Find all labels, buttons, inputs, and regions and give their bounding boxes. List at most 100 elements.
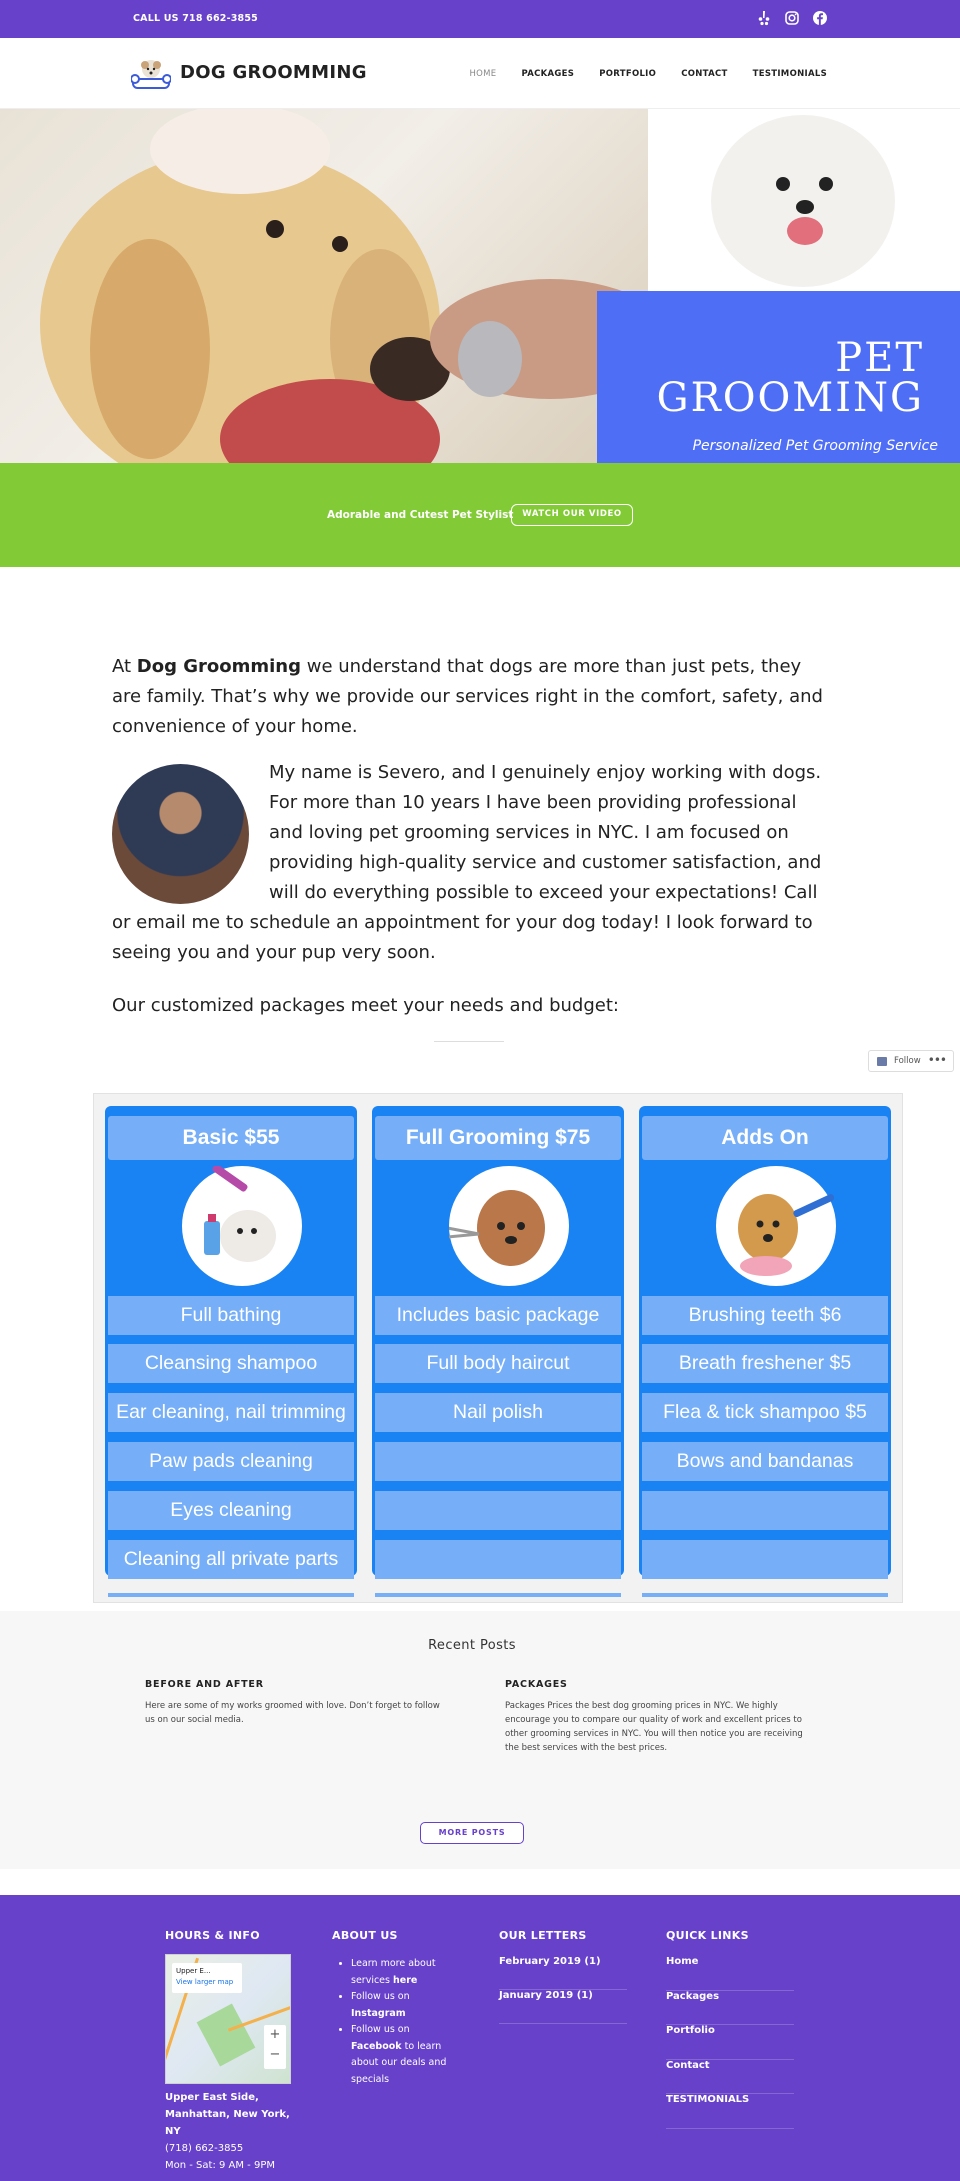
package-row-empty — [375, 1442, 621, 1481]
footer-our-letters: OUR LETTERS February 2019 (1) January 20… — [499, 1929, 627, 2024]
site-title[interactable]: DOG GROOMMING — [180, 62, 367, 83]
hero-dog-photo — [0, 109, 670, 463]
more-posts-button[interactable]: MORE POSTS — [420, 1822, 524, 1844]
hero-subtitle: Personalized Pet Grooming Service — [692, 438, 938, 454]
package-row-empty — [642, 1540, 888, 1579]
recent-posts-title: Recent Posts — [428, 1638, 516, 1653]
call-us-phone[interactable]: CALL US 718 662-3855 — [133, 13, 258, 24]
footer-heading: ABOUT US — [332, 1929, 398, 1942]
quick-link-contact[interactable]: Contact — [666, 2060, 794, 2094]
follow-icon — [877, 1057, 887, 1066]
map-park — [196, 2003, 256, 2067]
watch-video-button[interactable]: WATCH OUR VIDEO — [511, 504, 633, 526]
archive-link[interactable]: February 2019 (1) — [499, 1956, 627, 1990]
footer-heading: HOURS & INFO — [165, 1929, 260, 1942]
section-divider — [434, 1041, 504, 1042]
nav-testimonials[interactable]: TESTIMONIALS — [753, 69, 827, 79]
hero-title-panel: PET GROOMING Personalized Pet Grooming S… — [597, 291, 960, 463]
view-larger-map-link[interactable]: View larger map — [176, 1977, 238, 1988]
archive-link[interactable]: January 2019 (1) — [499, 1990, 627, 2024]
quick-link-testimonials[interactable]: TESTIMONIALS — [666, 2094, 794, 2129]
main-nav: HOME PACKAGES PORTFOLIO CONTACT TESTIMON… — [469, 69, 827, 79]
follow-button[interactable]: Follow ••• — [868, 1050, 954, 1072]
instagram-link[interactable]: Instagram — [351, 2008, 406, 2019]
dog-logo-icon[interactable] — [130, 55, 172, 93]
about-paragraph: My name is Severo, and I genuinely enjoy… — [112, 758, 832, 968]
owner-portrait — [112, 764, 249, 904]
about-item-services: Learn more about services here — [351, 1956, 450, 1989]
post-before-after: BEFORE AND AFTER Here are some of my wor… — [145, 1679, 445, 1727]
package-footer-bar — [108, 1593, 354, 1597]
package-row: Bows and bandanas — [642, 1442, 888, 1481]
footer-quick-links: QUICK LINKS Home Packages Portfolio Cont… — [666, 1929, 794, 2129]
intro-brand: Dog Groomming — [136, 656, 302, 677]
post-title[interactable]: PACKAGES — [505, 1679, 803, 1690]
footer-phone[interactable]: (718) 662-3855 — [165, 2140, 295, 2157]
post-title[interactable]: BEFORE AND AFTER — [145, 1679, 445, 1690]
facebook-link[interactable]: Facebook — [351, 2041, 402, 2052]
quick-link-home[interactable]: Home — [666, 1956, 794, 1991]
post-packages: PACKAGES Packages Prices the best dog gr… — [505, 1679, 803, 1755]
package-row: Eyes cleaning — [108, 1491, 354, 1530]
package-row: Includes basic package — [375, 1296, 621, 1335]
package-row-empty — [375, 1540, 621, 1579]
quick-link-packages[interactable]: Packages — [666, 1991, 794, 2025]
package-header: Full Grooming $75 — [375, 1116, 621, 1160]
hero-maltese-photo — [648, 109, 960, 291]
tagline-text: Adorable and Cutest Pet Stylist — [327, 509, 514, 521]
package-row-empty — [375, 1491, 621, 1530]
post-excerpt: Here are some of my works groomed with l… — [145, 1701, 440, 1725]
about-text: Follow us on — [351, 1991, 410, 2002]
quick-link-portfolio[interactable]: Portfolio — [666, 2025, 794, 2060]
location-map[interactable]: Upper E... View larger map + − — [165, 1954, 291, 2084]
nav-contact[interactable]: CONTACT — [681, 69, 727, 79]
recent-posts-section: Recent Posts BEFORE AND AFTER Here are s… — [0, 1611, 960, 1869]
site-header: DOG GROOMMING HOME PACKAGES PORTFOLIO CO… — [0, 38, 960, 109]
about-item-instagram: Follow us on Instagram — [351, 1989, 450, 2022]
footer-address: Upper East Side, Manhattan, New York, NY — [165, 2092, 290, 2137]
package-adds-on: Adds On Brushing teeth $6 Breath freshen… — [639, 1106, 891, 1597]
package-row: Cleansing shampoo — [108, 1344, 354, 1383]
package-footer-bar — [642, 1593, 888, 1597]
about-item-facebook: Follow us on Facebook to learn about our… — [351, 2022, 450, 2088]
hero-banner: PET GROOMING Personalized Pet Grooming S… — [0, 109, 960, 463]
site-footer: HOURS & INFO Upper E... View larger map … — [0, 1895, 960, 2181]
services-link[interactable]: here — [393, 1975, 417, 1986]
social-links — [756, 10, 828, 26]
map-info-card: Upper E... View larger map — [172, 1963, 242, 1993]
map-place-name: Upper E... — [176, 1967, 211, 1975]
footer-heading: QUICK LINKS — [666, 1929, 749, 1942]
maltese-icon — [182, 1164, 302, 1286]
nav-home[interactable]: HOME — [469, 69, 496, 79]
follow-label: Follow — [894, 1056, 921, 1066]
packages-intro: Our customized packages meet your needs … — [112, 995, 619, 1016]
poodle-icon — [423, 1166, 569, 1286]
package-row: Nail polish — [375, 1393, 621, 1432]
tagline-band: Adorable and Cutest Pet Stylist WATCH OU… — [0, 463, 960, 567]
about-list: Learn more about services here Follow us… — [332, 1956, 450, 2088]
facebook-icon[interactable] — [812, 10, 828, 26]
package-header: Adds On — [642, 1116, 888, 1160]
yelp-icon[interactable] — [756, 10, 772, 26]
package-row: Ear cleaning, nail trimming — [108, 1393, 354, 1432]
footer-hours: Mon - Sat: 9 AM - 9PM — [165, 2160, 275, 2171]
package-row: Flea & tick shampoo $5 — [642, 1393, 888, 1432]
nav-packages[interactable]: PACKAGES — [521, 69, 574, 79]
package-row: Full bathing — [108, 1296, 354, 1335]
package-row: Cleaning all private parts — [108, 1540, 354, 1579]
golden-dog-icon — [716, 1166, 836, 1286]
footer-heading: OUR LETTERS — [499, 1929, 587, 1942]
top-bar: CALL US 718 662-3855 — [0, 0, 960, 38]
footer-hours-info: HOURS & INFO Upper E... View larger map … — [165, 1929, 291, 2171]
map-zoom-controls[interactable]: + − — [264, 2025, 286, 2069]
package-footer-bar — [375, 1593, 621, 1597]
quick-links-list: Home Packages Portfolio Contact TESTIMON… — [666, 1956, 794, 2129]
nav-portfolio[interactable]: PORTFOLIO — [599, 69, 656, 79]
more-options-icon[interactable]: ••• — [928, 1053, 947, 1067]
package-header: Basic $55 — [108, 1116, 354, 1160]
intro-paragraph: At Dog Groomming we understand that dogs… — [112, 652, 832, 742]
footer-about-us: ABOUT US Learn more about services here … — [332, 1929, 450, 2088]
instagram-icon[interactable] — [784, 10, 800, 26]
post-excerpt: Packages Prices the best dog grooming pr… — [505, 1701, 803, 1753]
package-row-empty — [642, 1491, 888, 1530]
